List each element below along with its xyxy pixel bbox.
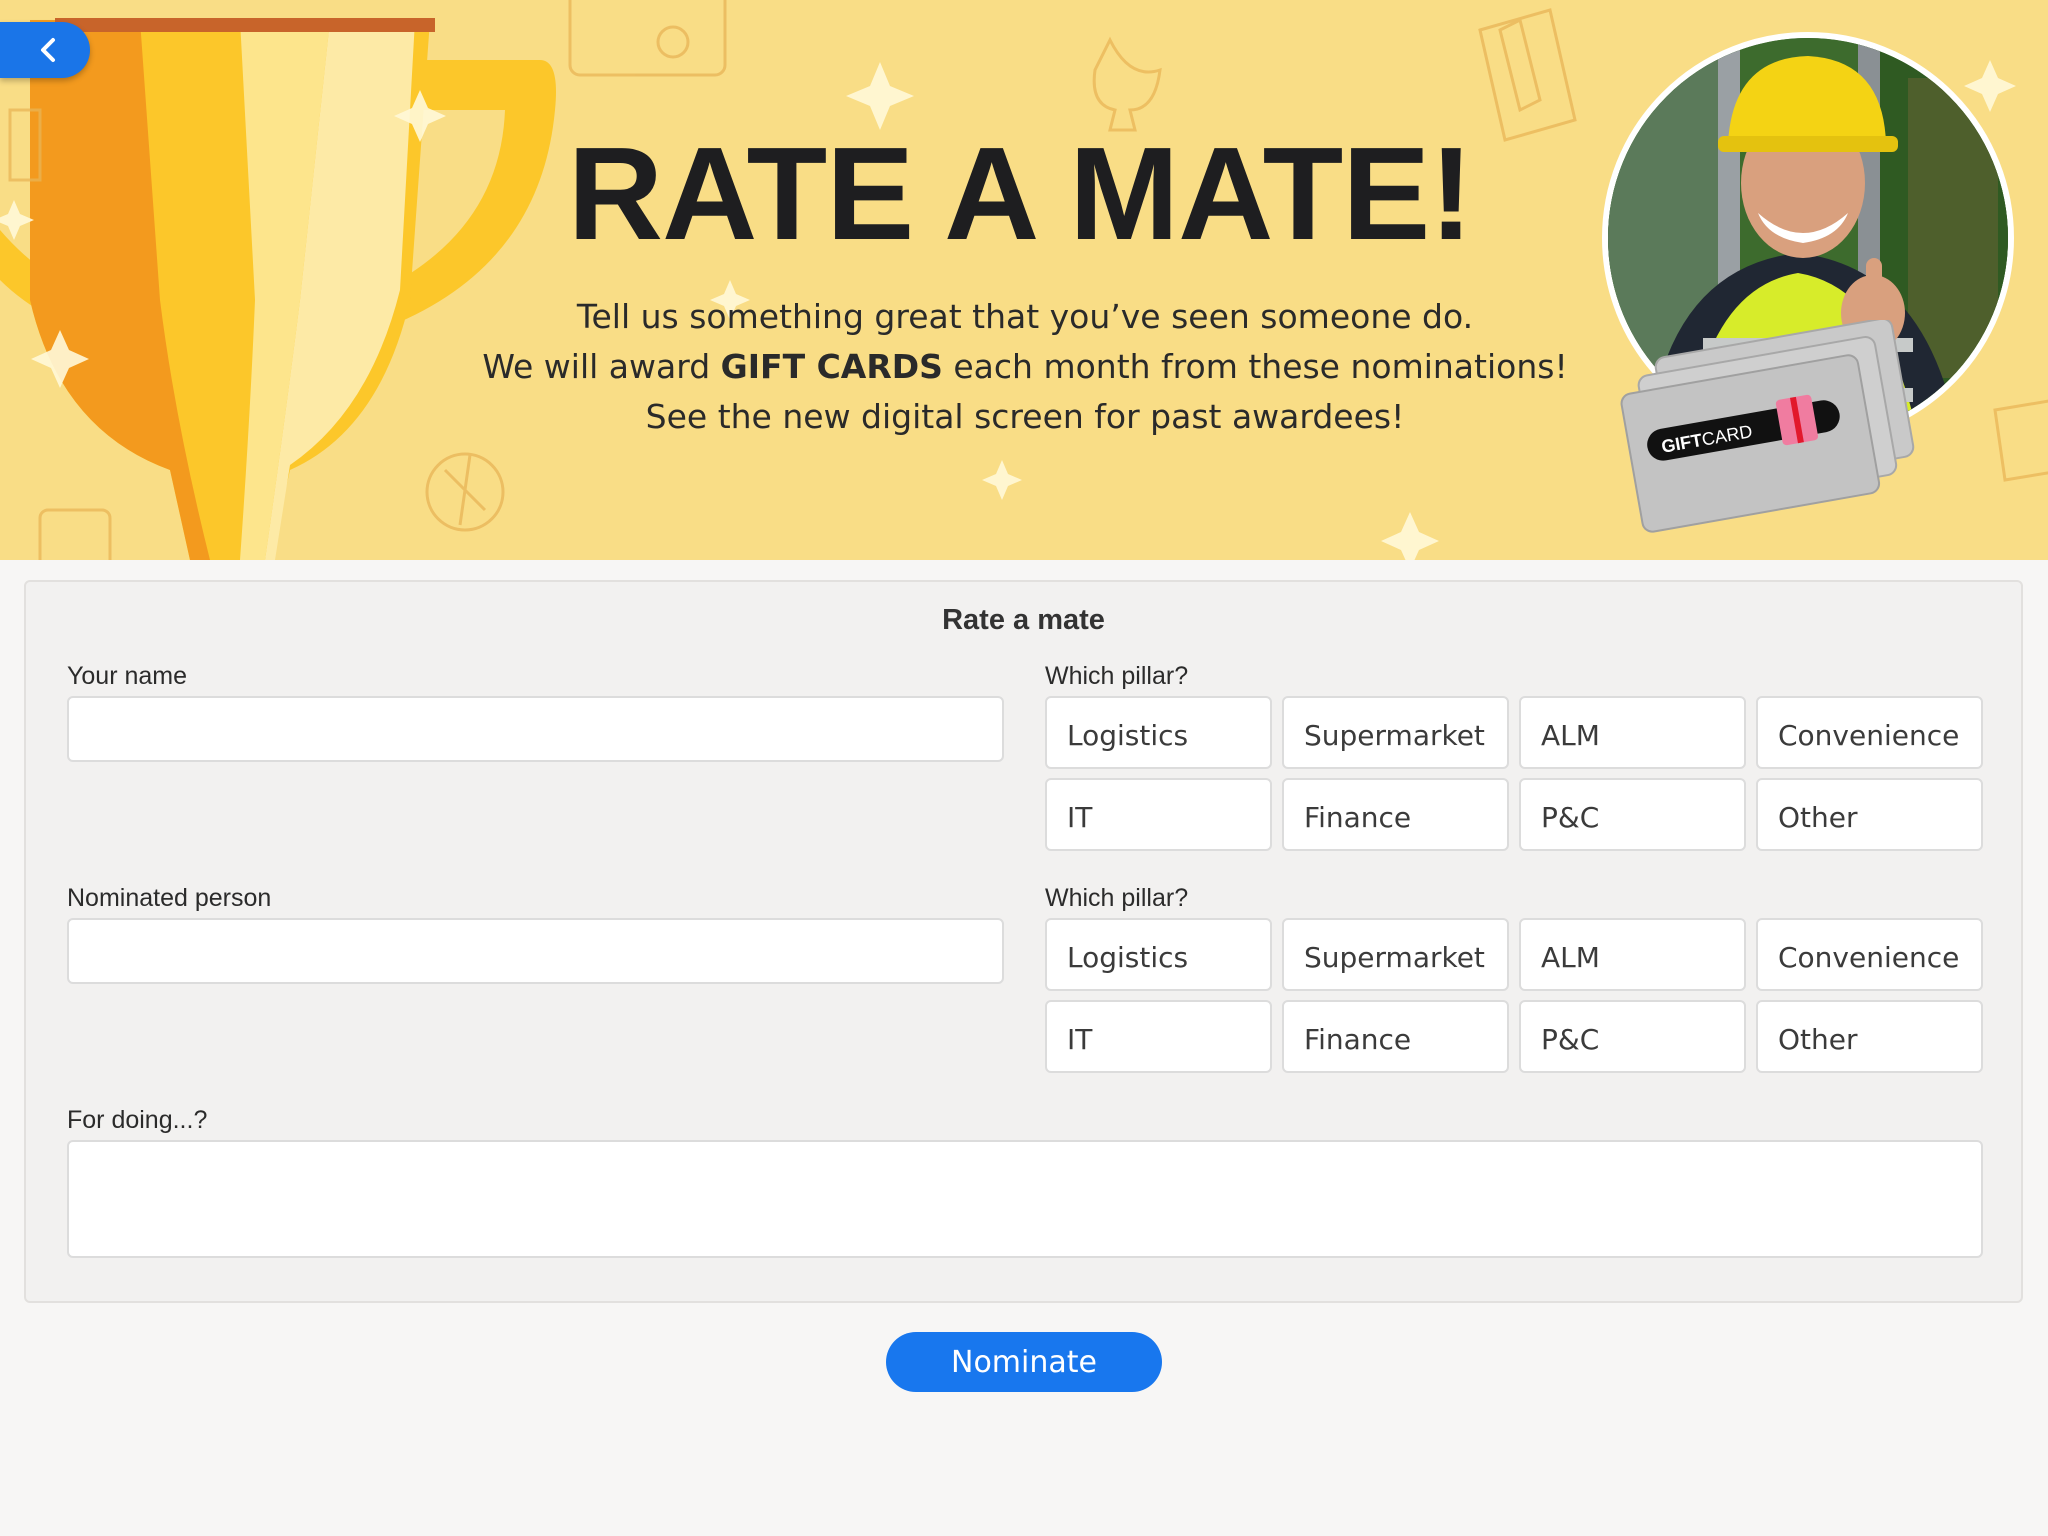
chevron-left-icon: [41, 38, 55, 62]
pillar-label-1: Which pillar?: [1045, 662, 1189, 690]
hero-line-3: See the new digital screen for past awar…: [645, 397, 1405, 436]
pillar-option-other[interactable]: Other: [1756, 778, 1983, 851]
hero-subtitle: Tell us something great that you’ve seen…: [420, 292, 1630, 442]
nominate-button[interactable]: Nominate: [886, 1332, 1162, 1392]
nominee-input[interactable]: [67, 918, 1004, 984]
pillar-option-convenience[interactable]: Convenience: [1756, 696, 1983, 769]
pillar-option-it[interactable]: IT: [1045, 778, 1272, 851]
your-name-label: Your name: [67, 662, 187, 690]
hero-line-2-suffix: each month from these nominations!: [942, 347, 1568, 386]
doing-textarea[interactable]: [67, 1140, 1983, 1258]
pillar-option-pc[interactable]: P&C: [1519, 778, 1746, 851]
pillar-options-2: Logistics Supermarket ALM Convenience IT…: [1045, 918, 1983, 1073]
back-button[interactable]: [0, 22, 90, 78]
hero-line-1: Tell us something great that you’ve seen…: [576, 297, 1474, 336]
pillar-option-it[interactable]: IT: [1045, 1000, 1272, 1073]
pillar-option-logistics[interactable]: Logistics: [1045, 696, 1272, 769]
hero-banner: RATE A MATE! Tell us something great tha…: [0, 0, 2048, 560]
hero-line-2-prefix: We will award: [482, 347, 721, 386]
rate-a-mate-form: Rate a mate Your name Which pillar? Logi…: [24, 580, 2023, 1303]
pillar-option-other[interactable]: Other: [1756, 1000, 1983, 1073]
pillar-option-convenience[interactable]: Convenience: [1756, 918, 1983, 991]
pillar-option-alm[interactable]: ALM: [1519, 696, 1746, 769]
pillar-option-alm[interactable]: ALM: [1519, 918, 1746, 991]
pillar-option-finance[interactable]: Finance: [1282, 1000, 1509, 1073]
pillar-option-supermarket[interactable]: Supermarket: [1282, 696, 1509, 769]
form-title: Rate a mate: [942, 604, 1105, 636]
pillar-option-logistics[interactable]: Logistics: [1045, 918, 1272, 991]
pillar-option-finance[interactable]: Finance: [1282, 778, 1509, 851]
your-name-input[interactable]: [67, 696, 1004, 762]
gift-cards-illustration: GIFTCARD: [1620, 320, 1915, 533]
hero-line-2: We will award GIFT CARDS each month from…: [420, 342, 1630, 392]
pillar-option-supermarket[interactable]: Supermarket: [1282, 918, 1509, 991]
nominee-label: Nominated person: [67, 884, 272, 912]
pillar-option-pc[interactable]: P&C: [1519, 1000, 1746, 1073]
doing-label: For doing...?: [67, 1106, 208, 1134]
hero-title: RATE A MATE!: [567, 120, 1474, 267]
hero-line-2-bold: GIFT CARDS: [720, 347, 943, 386]
pillar-label-2: Which pillar?: [1045, 884, 1189, 912]
pillar-options-1: Logistics Supermarket ALM Convenience IT…: [1045, 696, 1983, 851]
